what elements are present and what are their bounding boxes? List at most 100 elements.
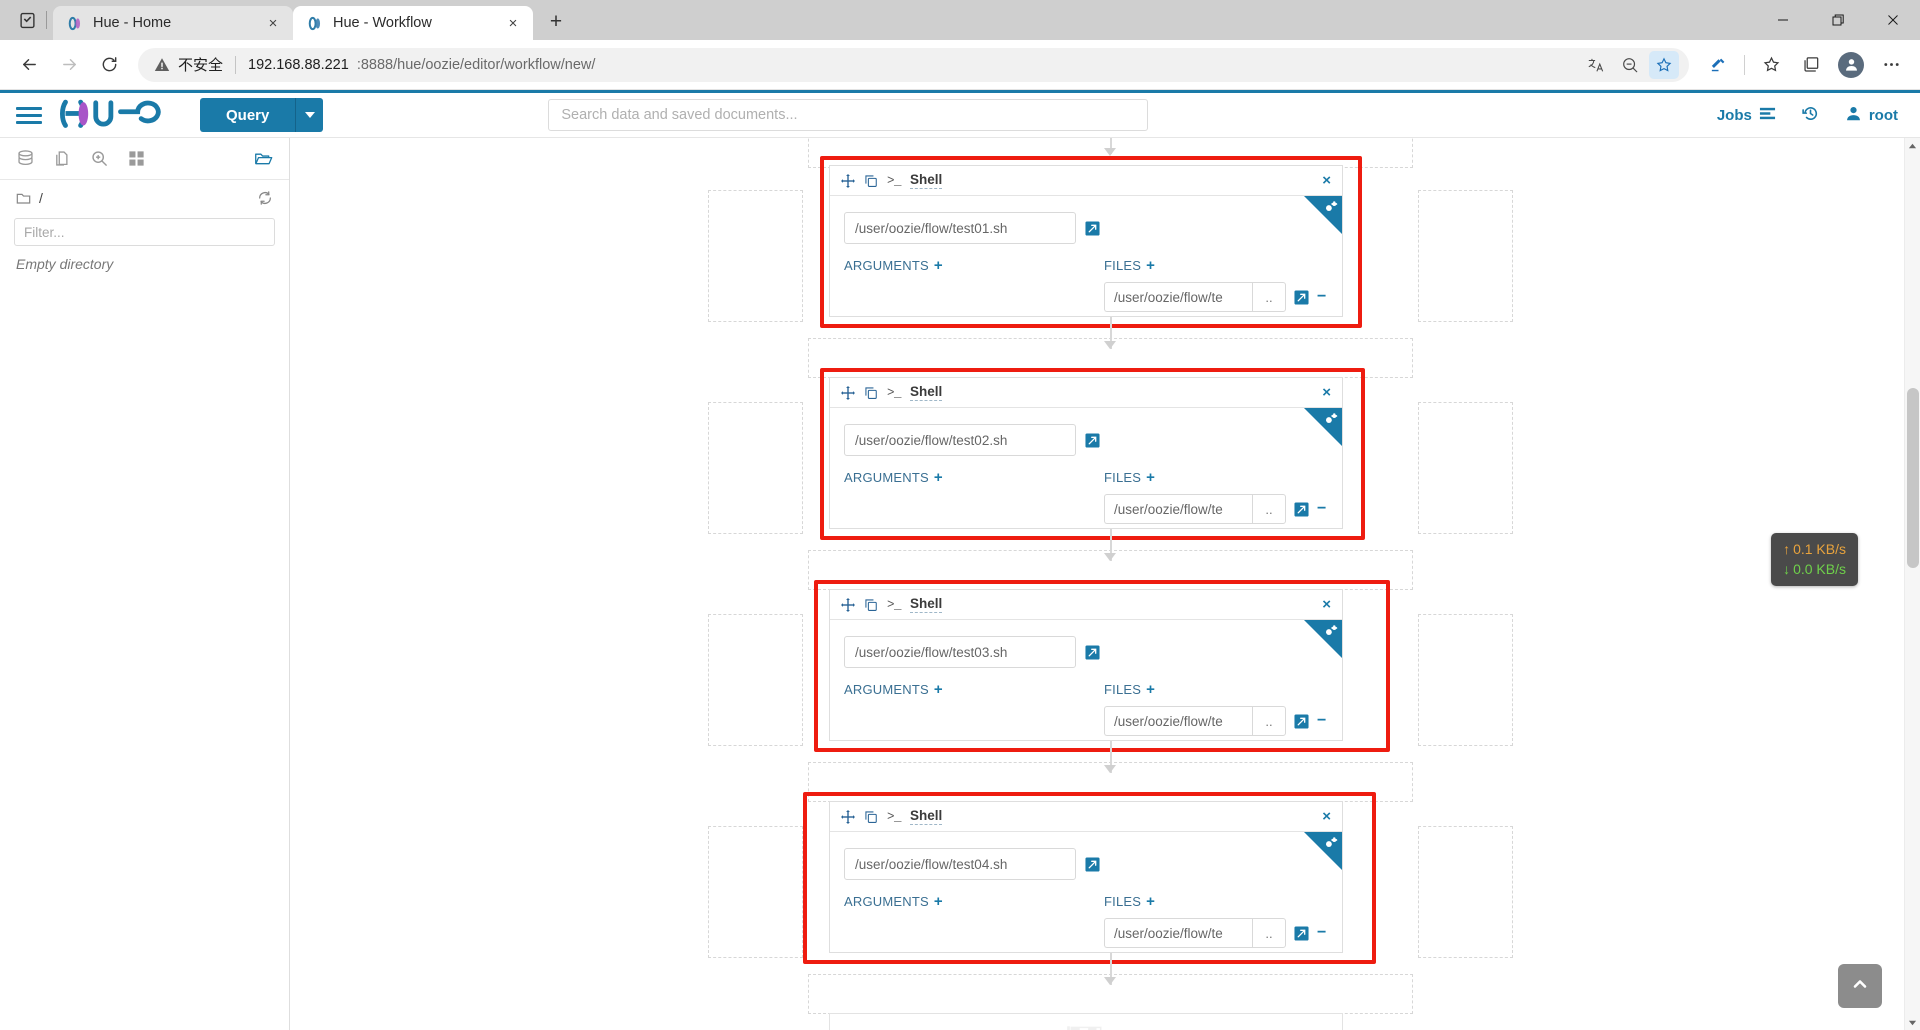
dropzone-right-1[interactable] xyxy=(1418,190,1513,322)
dropzone-above-4[interactable] xyxy=(808,762,1413,802)
scrollbar-down-arrow[interactable] xyxy=(1905,1014,1920,1030)
file-path-input[interactable]: /user/oozie/flow/te xyxy=(1104,494,1252,524)
add-file-button[interactable]: + xyxy=(1146,470,1155,485)
browse-external-icon[interactable] xyxy=(1085,432,1100,448)
remove-file-button[interactable]: − xyxy=(1317,713,1326,729)
refresh-icon[interactable] xyxy=(257,190,273,206)
dropzone-right-4[interactable] xyxy=(1418,826,1513,958)
remove-file-button[interactable]: − xyxy=(1317,925,1326,941)
workflow-node-shell-2[interactable]: >_ Shell × /user/oozie/flow/test02.sh AR… xyxy=(829,377,1343,529)
scrollbar-up-arrow[interactable] xyxy=(1905,138,1920,154)
duplicate-icon[interactable] xyxy=(864,174,878,188)
database-icon[interactable] xyxy=(16,149,35,168)
browse-external-icon[interactable] xyxy=(1085,220,1100,236)
settings-gear-icon[interactable] xyxy=(1323,200,1338,220)
add-file-button[interactable]: + xyxy=(1146,682,1155,697)
settings-gear-icon[interactable] xyxy=(1323,624,1338,644)
dropzone-above-1[interactable] xyxy=(808,138,1413,168)
move-cross-icon[interactable] xyxy=(841,385,855,400)
workflow-canvas[interactable]: >_ Shell × /user/oozie/flow/test01.sh AR… xyxy=(290,138,1920,1030)
browse-external-icon[interactable] xyxy=(1085,644,1100,660)
file-path-input[interactable]: /user/oozie/flow/te xyxy=(1104,918,1252,948)
documents-icon[interactable] xyxy=(53,149,72,168)
search-magnifier-icon[interactable] xyxy=(90,149,109,168)
add-argument-button[interactable]: + xyxy=(934,682,943,697)
browse-external-icon[interactable] xyxy=(1294,501,1309,517)
user-menu[interactable]: root xyxy=(1845,105,1898,126)
add-file-button[interactable]: + xyxy=(1146,894,1155,909)
dropzone-above-2[interactable] xyxy=(808,338,1413,378)
file-browse-dots-button[interactable]: .. xyxy=(1252,918,1286,948)
settings-gear-icon[interactable] xyxy=(1323,412,1338,432)
duplicate-icon[interactable] xyxy=(864,598,878,612)
tab-close-icon[interactable]: × xyxy=(503,13,523,33)
move-cross-icon[interactable] xyxy=(841,597,855,612)
node-title[interactable]: Shell xyxy=(910,808,943,825)
file-path-input[interactable]: /user/oozie/flow/te xyxy=(1104,282,1252,312)
close-icon[interactable] xyxy=(1865,0,1920,40)
browser-essentials-icon[interactable] xyxy=(1699,48,1737,82)
remove-file-button[interactable]: − xyxy=(1317,289,1326,305)
tab-close-icon[interactable]: × xyxy=(263,13,283,33)
shell-command-input[interactable]: /user/oozie/flow/test03.sh xyxy=(844,636,1076,668)
search-input[interactable] xyxy=(561,107,1136,123)
dropzone-right-3[interactable] xyxy=(1418,614,1513,746)
apps-grid-icon[interactable] xyxy=(127,149,146,168)
add-argument-button[interactable]: + xyxy=(934,258,943,273)
file-browse-dots-button[interactable]: .. xyxy=(1252,494,1286,524)
tab-hue-home[interactable]: Hue - Home × xyxy=(53,6,293,40)
history-link[interactable] xyxy=(1802,105,1819,126)
hue-logo[interactable] xyxy=(60,98,170,132)
settings-more-icon[interactable] xyxy=(1872,48,1910,82)
minimize-icon[interactable] xyxy=(1755,0,1810,40)
dropzone-left-3[interactable] xyxy=(708,614,803,746)
shell-command-input[interactable]: /user/oozie/flow/test02.sh xyxy=(844,424,1076,456)
node-close-icon[interactable]: × xyxy=(1322,384,1331,401)
browse-external-icon[interactable] xyxy=(1085,856,1100,872)
collections-icon[interactable] xyxy=(1792,48,1830,82)
scrollbar-thumb[interactable] xyxy=(1907,388,1919,568)
duplicate-icon[interactable] xyxy=(864,810,878,824)
node-close-icon[interactable]: × xyxy=(1322,172,1331,189)
workflow-node-shell-3[interactable]: >_ Shell × /user/oozie/flow/test03.sh AR… xyxy=(829,589,1343,741)
shell-command-input[interactable]: /user/oozie/flow/test04.sh xyxy=(844,848,1076,880)
settings-gear-icon[interactable] xyxy=(1323,836,1338,856)
node-title[interactable]: Shell xyxy=(910,596,943,613)
add-argument-button[interactable]: + xyxy=(934,470,943,485)
zoom-out-icon[interactable] xyxy=(1615,51,1645,79)
jobs-link[interactable]: Jobs xyxy=(1717,105,1776,126)
dropzone-right-2[interactable] xyxy=(1418,402,1513,534)
browse-external-icon[interactable] xyxy=(1294,925,1309,941)
node-title[interactable]: Shell xyxy=(910,172,943,189)
back-arrow-icon[interactable] xyxy=(10,48,48,82)
reload-icon[interactable] xyxy=(90,48,128,82)
workflow-end-node[interactable] xyxy=(829,1013,1343,1030)
new-tab-button[interactable]: + xyxy=(541,7,571,37)
workflow-node-shell-4[interactable]: >_ Shell × /user/oozie/flow/test04.sh AR… xyxy=(829,801,1343,953)
remove-file-button[interactable]: − xyxy=(1317,501,1326,517)
duplicate-icon[interactable] xyxy=(864,386,878,400)
browse-external-icon[interactable] xyxy=(1294,713,1309,729)
assist-filter-box[interactable] xyxy=(14,218,275,246)
shell-command-input[interactable]: /user/oozie/flow/test01.sh xyxy=(844,212,1076,244)
file-browse-dots-button[interactable]: .. xyxy=(1252,282,1286,312)
file-browse-dots-button[interactable]: .. xyxy=(1252,706,1286,736)
move-cross-icon[interactable] xyxy=(841,809,855,824)
translate-icon[interactable] xyxy=(1581,51,1611,79)
node-close-icon[interactable]: × xyxy=(1322,808,1331,825)
query-button[interactable]: Query xyxy=(200,98,296,132)
page-scrollbar[interactable] xyxy=(1904,138,1920,1030)
dropzone-left-2[interactable] xyxy=(708,402,803,534)
search-box[interactable] xyxy=(548,99,1149,131)
dropzone-above-3[interactable] xyxy=(808,550,1413,590)
forward-arrow-icon[interactable] xyxy=(50,48,88,82)
assist-filter-input[interactable] xyxy=(24,224,265,240)
hamburger-menu-icon[interactable] xyxy=(0,103,58,128)
dropzone-above-end[interactable] xyxy=(808,974,1413,1014)
node-title[interactable]: Shell xyxy=(910,384,943,401)
maximize-icon[interactable] xyxy=(1810,0,1865,40)
workflow-node-shell-1[interactable]: >_ Shell × /user/oozie/flow/test01.sh AR… xyxy=(829,165,1343,317)
add-file-button[interactable]: + xyxy=(1146,258,1155,273)
assist-path-label[interactable]: / xyxy=(39,190,43,206)
favorite-star-icon[interactable] xyxy=(1649,50,1679,79)
